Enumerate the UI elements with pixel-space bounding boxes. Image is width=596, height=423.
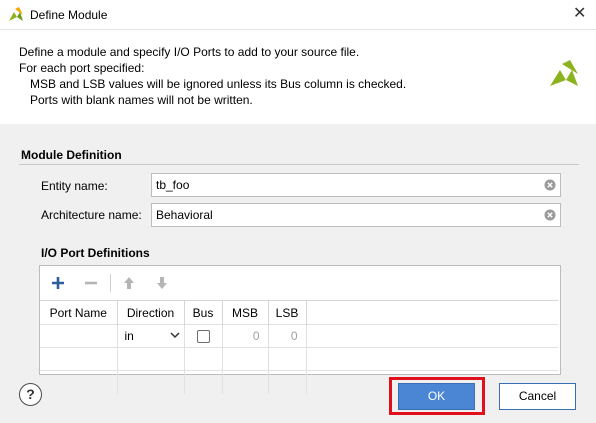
table-row — [40, 347, 558, 371]
column-header-filler — [306, 300, 558, 325]
move-up-button[interactable] — [118, 272, 140, 294]
description: Define a module and specify I/O Ports to… — [19, 44, 406, 108]
remove-port-button[interactable] — [80, 272, 102, 294]
filler-cell — [306, 324, 558, 348]
entity-name-field[interactable]: tb_foo — [151, 173, 561, 197]
table-row: in 0 0 — [40, 324, 558, 348]
empty-cell[interactable] — [117, 370, 185, 394]
column-header-lsb[interactable]: LSB — [268, 300, 307, 325]
help-icon[interactable]: ? — [19, 383, 42, 406]
direction-select[interactable]: in — [117, 324, 185, 348]
description-line: Define a module and specify I/O Ports to… — [19, 45, 360, 59]
description-line: For each port specified: — [19, 61, 145, 75]
cancel-button[interactable]: Cancel — [499, 383, 576, 410]
description-line: MSB and LSB values will be ignored unles… — [30, 77, 407, 91]
move-down-icon — [157, 277, 167, 289]
empty-cell[interactable] — [40, 347, 118, 371]
architecture-name-value: Behavioral — [156, 208, 213, 222]
header-panel: Define a module and specify I/O Ports to… — [0, 30, 596, 124]
clear-icon[interactable] — [544, 209, 556, 221]
architecture-name-label: Architecture name: — [41, 208, 142, 222]
add-icon — [52, 277, 64, 289]
empty-cell[interactable] — [268, 347, 307, 371]
close-icon[interactable]: ✕ — [573, 5, 586, 23]
move-down-button[interactable] — [151, 272, 173, 294]
column-header-direction[interactable]: Direction — [117, 300, 185, 325]
empty-cell[interactable] — [40, 370, 118, 394]
io-toolbar — [40, 266, 560, 298]
column-header-msb[interactable]: MSB — [222, 300, 269, 325]
architecture-name-field[interactable]: Behavioral — [151, 203, 561, 227]
description-line: Ports with blank names will not be writt… — [30, 93, 253, 107]
logo-icon — [550, 60, 578, 86]
msb-cell[interactable]: 0 — [222, 324, 269, 348]
io-port-definitions-title: I/O Port Definitions — [41, 246, 150, 260]
lsb-cell[interactable]: 0 — [268, 324, 307, 348]
add-port-button[interactable] — [47, 272, 69, 294]
move-up-icon — [124, 277, 134, 289]
chevron-down-icon — [169, 332, 180, 339]
entity-name-value: tb_foo — [156, 178, 190, 192]
entity-name-label: Entity name: — [41, 179, 108, 193]
app-icon — [9, 7, 23, 21]
empty-cell[interactable] — [268, 370, 307, 394]
bus-cell — [184, 324, 223, 348]
window-title: Define Module — [30, 8, 108, 22]
column-header-bus[interactable]: Bus — [184, 300, 223, 325]
port-name-cell[interactable] — [40, 324, 118, 348]
direction-value: in — [124, 329, 134, 343]
column-header-port-name[interactable]: Port Name — [40, 300, 118, 325]
title-bar: Define Module ✕ — [0, 0, 596, 30]
remove-icon — [85, 281, 97, 285]
module-definition-title: Module Definition — [21, 148, 122, 162]
empty-cell[interactable] — [222, 370, 269, 394]
ok-button[interactable]: OK — [398, 383, 475, 410]
filler-cell — [306, 347, 558, 371]
empty-cell[interactable] — [222, 347, 269, 371]
toolbar-separator — [110, 274, 111, 292]
divider — [19, 164, 579, 165]
io-ports-panel: Port Name Direction Bus MSB LSB in 0 0 — [39, 265, 561, 394]
empty-cell[interactable] — [117, 347, 185, 371]
table-header-row: Port Name Direction Bus MSB LSB — [40, 300, 558, 325]
empty-cell[interactable] — [184, 347, 223, 371]
clear-icon[interactable] — [544, 179, 556, 191]
empty-cell[interactable] — [184, 370, 223, 394]
bus-checkbox[interactable] — [196, 329, 210, 343]
